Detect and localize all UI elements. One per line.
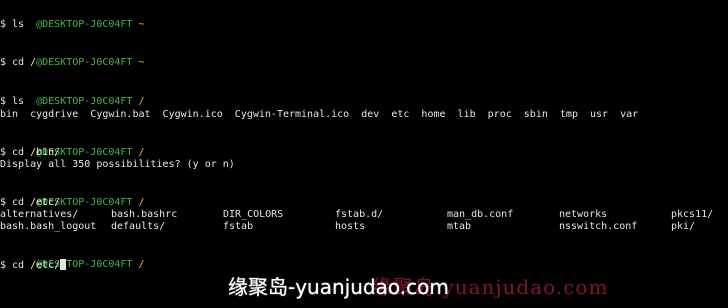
watermark: 缘聚岛-yuanjudao.com: [228, 275, 449, 299]
prompt-path: /: [138, 146, 145, 158]
command-input[interactable]: $ cd /etc/: [0, 259, 67, 273]
listing-entry: networks: [559, 209, 608, 220]
listing-entry: defaults/: [111, 221, 166, 232]
listing-entry: pki/: [671, 221, 696, 232]
prompt-path: ~: [138, 18, 145, 30]
prompt-path: /: [138, 196, 145, 208]
listing-entry: pkcs11/: [671, 209, 714, 220]
prompt-path: /: [138, 95, 145, 107]
prompt-host: @DESKTOP-J0C04FT: [36, 95, 133, 107]
listing-entry: bash.bash_logout: [0, 221, 97, 232]
listing-entry: mtab: [447, 221, 472, 232]
ls-output: bin cygdrive Cygwin.bat Cygwin.ico Cygwi…: [0, 109, 639, 120]
command-line: $ ls: [0, 96, 25, 107]
current-command: $ cd /etc/: [0, 260, 61, 271]
prompt-host: @DESKTOP-J0C04FT: [36, 18, 133, 30]
prompt-host: @DESKTOP-J0C04FT: [36, 56, 133, 68]
terminal-window[interactable]: @DESKTOP-J0C04FT ~ $ ls @DESKTOP-J0C04FT…: [0, 0, 728, 308]
listing-entry: man_db.conf: [447, 209, 514, 220]
command-line: $ cd /: [0, 57, 37, 68]
command-line: $ cd /etc/: [0, 197, 61, 208]
command-line: $ cd /bin/: [0, 147, 61, 158]
listing-entry: hosts: [335, 221, 366, 232]
command-line: $ ls: [0, 19, 25, 30]
text-cursor: [60, 259, 67, 270]
listing-entry: fstab: [223, 221, 254, 232]
listing-entry: alternatives/: [0, 209, 79, 220]
completion-message: Display all 350 possibilities? (y or n): [0, 159, 235, 170]
listing-entry: DIR_COLORS: [223, 209, 284, 220]
prompt-path: /: [138, 258, 145, 270]
listing-entry: bash.bashrc: [111, 209, 178, 220]
prompt-path: ~: [138, 56, 145, 68]
listing-entry: nsswitch.conf: [559, 221, 638, 232]
listing-entry: fstab.d/: [335, 209, 384, 220]
